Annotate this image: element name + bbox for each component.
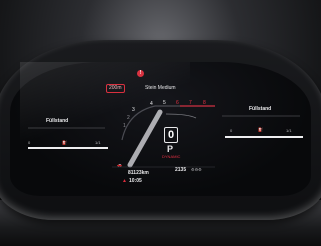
- clock: 10:05: [129, 178, 142, 184]
- odometer: 81123km: [128, 170, 149, 176]
- status-icons-group: ⚙⚙⚙: [191, 167, 202, 172]
- bottom-info-divider: [112, 166, 215, 168]
- range-value: 2135: [175, 167, 187, 173]
- car-icon: 🚗: [117, 162, 122, 167]
- dashboard-photo: ! 200m Stein Medium 1 2 3 4 5 6 7 8 0 P …: [0, 0, 321, 246]
- warning-triangle-icon: ▲: [122, 178, 127, 184]
